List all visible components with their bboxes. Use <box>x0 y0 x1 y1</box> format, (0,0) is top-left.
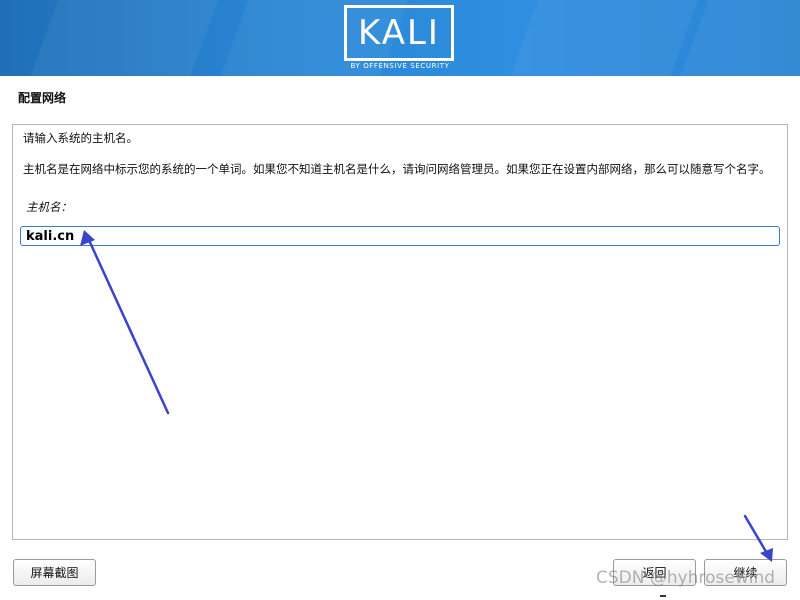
kali-logo-text: KALI <box>358 13 440 53</box>
continue-button[interactable]: 继续 <box>704 559 787 586</box>
screenshot-button[interactable]: 屏幕截图 <box>13 559 96 586</box>
kali-logo-subtitle: BY OFFENSIVE SECURITY <box>350 62 450 70</box>
page-title: 配置网络 <box>18 91 67 105</box>
hostname-label: 主机名： <box>26 200 72 214</box>
stray-mark <box>660 595 666 597</box>
hostname-prompt: 请输入系统的主机名。 <box>23 131 138 145</box>
banner-stripe <box>494 0 706 76</box>
banner-stripe <box>14 0 226 76</box>
hostname-input[interactable] <box>20 226 780 246</box>
hostname-description: 主机名是在网络中标示您的系统的一个单词。如果您不知道主机名是什么，请询问网络管理… <box>23 162 771 176</box>
back-button[interactable]: 返回 <box>613 559 696 586</box>
hostname-form-panel: 请输入系统的主机名。 主机名是在网络中标示您的系统的一个单词。如果您不知道主机名… <box>12 124 788 540</box>
kali-logo: KALI <box>344 5 454 61</box>
kali-banner: KALI BY OFFENSIVE SECURITY <box>0 0 800 76</box>
